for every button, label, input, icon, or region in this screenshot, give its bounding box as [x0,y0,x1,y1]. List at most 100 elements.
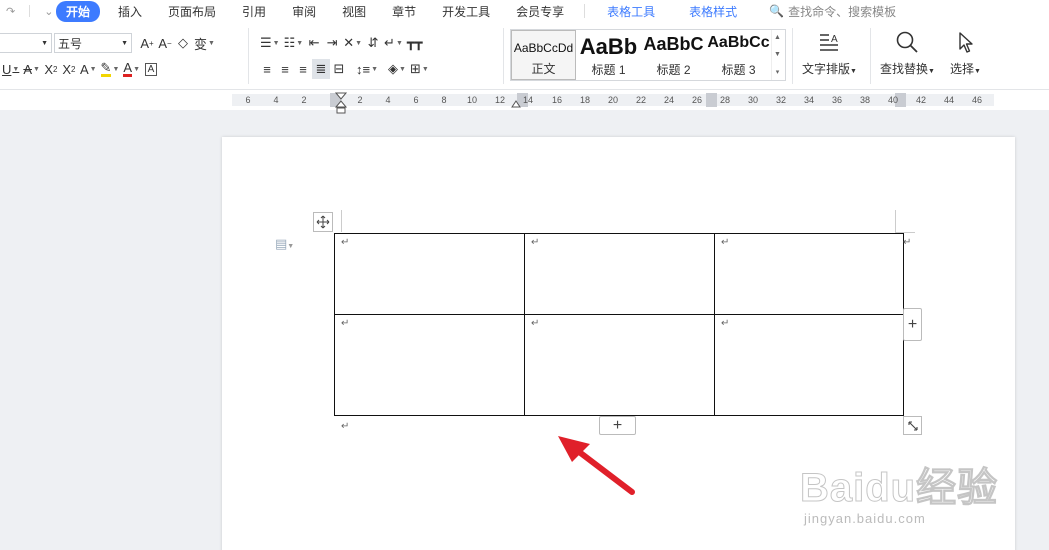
find-replace-button[interactable]: 查找替换▼ [880,30,935,77]
ruler-number: 32 [775,95,787,105]
char-border-icon[interactable]: A [142,59,160,79]
margin-guide-right [895,210,896,232]
ruler-number: 4 [273,95,279,105]
highlight-icon[interactable]: ✎ ▼ [99,59,122,79]
style-normal[interactable]: AaBbCcDd 正文 [511,30,576,80]
ruler-number: 28 [719,95,731,105]
text-layout-button[interactable]: A 文字排版▼ [802,30,857,77]
scroll-up-icon[interactable]: ▲ [774,34,781,41]
redo-icon[interactable]: ↷ [6,5,15,18]
command-search[interactable]: 🔍 查找命令、搜索模板 [769,3,896,20]
style-heading-1[interactable]: AaBb 标题 1 [576,30,641,80]
document-table[interactable]: ↵ ↵ ↵ ↵ ↵ ↵ [334,233,904,416]
increase-indent-icon[interactable]: ⇥ [323,33,341,53]
paragraph-menu-icon[interactable]: ▤▼ [275,236,294,252]
subscript-icon[interactable]: X2 [60,59,78,79]
tab-5[interactable]: 视图 [334,1,374,22]
table-move-handle[interactable] [313,212,333,232]
text-layout-icon: A [820,34,839,51]
distribute-icon[interactable]: ⊟ [330,59,348,79]
ruler-number: 42 [915,95,927,105]
ruler-number: 12 [494,95,506,105]
borders-icon[interactable]: ⊞ ▼ [408,59,431,79]
add-column-button[interactable]: + [903,308,922,341]
ruler-number: 10 [466,95,478,105]
style-heading-3[interactable]: AaBbCc 标题 3 [706,30,771,80]
paragraph-mark-after-table: ↵ [341,421,350,432]
styles-gallery: AaBbCcDd 正文 AaBb 标题 1 AaBbC 标题 2 AaBbCc … [510,29,786,81]
ruler-number: 20 [607,95,619,105]
tab-2[interactable]: 页面布局 [160,1,224,22]
grow-font-icon[interactable]: A + [138,33,156,53]
line-spacing-icon[interactable]: ↕≡ ▼ [354,59,380,79]
scroll-down-icon[interactable]: ▼ [774,51,781,58]
justify-icon[interactable]: ≣ [312,59,330,79]
ribbon: ▼ 五号 ▼ A + A − ◇ 变 ▼ U ▼ A ▼ X2 X2 A ▼ ✎ ▼ A ▼ A … [0,22,1049,90]
numbered-list-icon[interactable]: ☷ ▼ [282,33,306,53]
resize-diagonal-icon [907,420,918,431]
tab-8[interactable]: 会员专享 [508,1,572,22]
tab-3[interactable]: 引用 [234,1,274,22]
styles-scroll[interactable]: ▲ ▼ ▾ [771,30,783,80]
align-left-icon[interactable]: ≡ [258,59,276,79]
underline-icon[interactable]: U ▼ [0,59,21,79]
align-center-icon[interactable]: ≡ [276,59,294,79]
style-heading-2[interactable]: AaBbC 标题 2 [641,30,706,80]
table-cell[interactable]: ↵ [524,233,715,315]
tab-marker-icon[interactable] [511,100,521,108]
context-tab-1[interactable]: 表格样式 [681,1,745,22]
select-button[interactable]: 选择▼ [950,30,981,77]
magnifier-icon [897,31,919,53]
ruler-number: 16 [551,95,563,105]
ruler-number: 36 [831,95,843,105]
strikethrough-icon[interactable]: A ▼ [21,59,42,79]
table-cell[interactable]: ↵ [714,233,904,315]
ruler-number: 34 [803,95,815,105]
row-end-mark: ↵ [903,237,912,248]
plus-icon: + [907,315,918,333]
context-tab-0[interactable]: 表格工具 [599,1,663,22]
tab-0[interactable]: 开始 [56,0,101,22]
align-right-icon[interactable]: ≡ [294,59,312,79]
superscript-icon[interactable]: X2 [42,59,60,79]
svg-text:A: A [831,34,838,45]
ruler-number: 14 [522,95,534,105]
shading-icon[interactable]: ◈ ▼ [386,59,408,79]
ruler-number: 46 [971,95,983,105]
shrink-font-icon[interactable]: A − [156,33,174,53]
decrease-indent-icon[interactable]: ⇤ [305,33,323,53]
tab-separator [584,4,586,18]
expand-gallery-icon[interactable]: ▾ [776,68,780,76]
command-search-label: 查找命令、搜索模板 [788,4,897,19]
ruler-number: 44 [943,95,955,105]
tab-7[interactable]: 开发工具 [434,1,498,22]
text-effect-icon[interactable]: A ▼ [78,59,99,79]
chinese-layout-icon[interactable]: ✕ ▼ [341,33,364,53]
annotation-arrow-icon [558,436,635,495]
sort-icon[interactable]: ⇵ [364,33,382,53]
tab-1[interactable]: 插入 [110,1,150,22]
ruler-number: 6 [245,95,251,105]
font-color-icon[interactable]: A ▼ [121,59,142,79]
table-resize-handle[interactable] [903,416,922,435]
table-cell[interactable]: ↵ [714,314,904,416]
font-size-select[interactable]: 五号 ▼ [54,33,132,53]
tab-stops-icon[interactable]: ┳┳ [405,33,425,53]
clear-format-icon[interactable]: ◇ [174,33,192,53]
bullet-list-icon[interactable]: ☰ ▼ [258,33,282,53]
margin-guide-left [341,210,342,232]
tab-4[interactable]: 审阅 [284,1,324,22]
horizontal-ruler[interactable]: 6 4 2 2 4 6 8 10 12 14 16 18 20 22 24 26 28 30 32 34 36 38 40 4… [0,90,1049,114]
ruler-number: 40 [887,95,899,105]
phonetic-guide-icon[interactable]: 变 ▼ [192,33,217,53]
table-cell[interactable]: ↵ [334,314,525,416]
indent-marker-icon[interactable] [335,92,347,114]
customize-quick-access-icon[interactable]: ⌄ [44,5,53,18]
table-row: ↵ ↵ ↵ [334,233,904,315]
table-cell[interactable]: ↵ [334,233,525,315]
ruler-column-marker-2[interactable] [706,93,717,107]
table-cell[interactable]: ↵ [524,314,715,416]
tab-6[interactable]: 章节 [384,1,424,22]
show-marks-icon[interactable]: ↵ ▼ [382,33,405,53]
font-name-select[interactable]: ▼ [0,33,52,53]
